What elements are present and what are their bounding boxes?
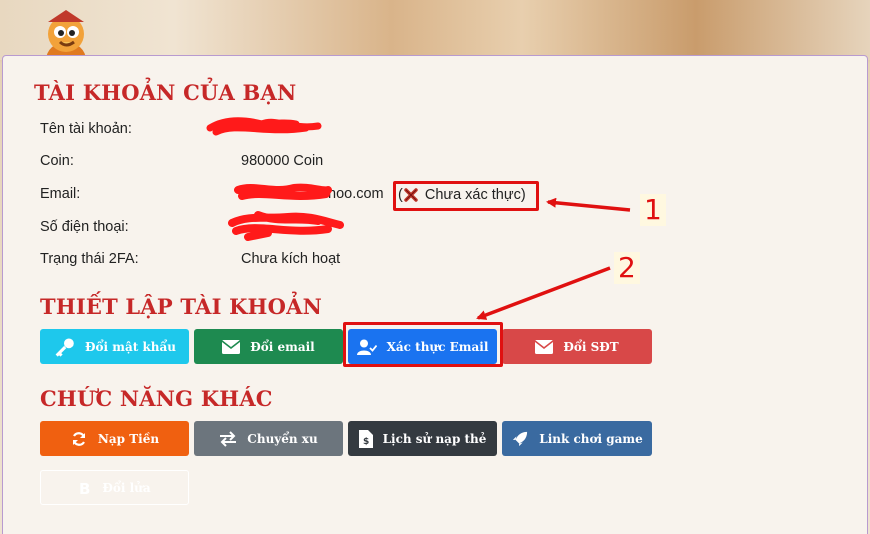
annotation-marker-1: 1	[640, 194, 666, 226]
annotation-arrows	[476, 197, 631, 320]
annotation-marker-2: 2	[614, 252, 640, 284]
